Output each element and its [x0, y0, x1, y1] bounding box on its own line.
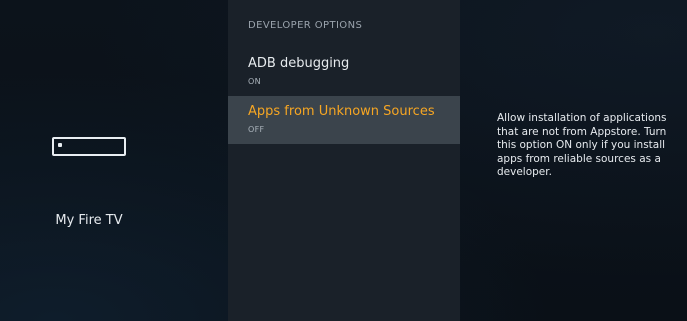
- section-title: DEVELOPER OPTIONS: [248, 20, 363, 31]
- menu-item-status: OFF: [248, 125, 265, 134]
- menu-item-adb-debugging[interactable]: ADB debugging ON: [228, 48, 460, 96]
- developer-options-menu: DEVELOPER OPTIONS ADB debugging ON Apps …: [228, 0, 460, 321]
- menu-item-title: Apps from Unknown Sources: [248, 104, 435, 119]
- menu-item-title: ADB debugging: [248, 56, 350, 71]
- device-panel: My Fire TV: [0, 0, 228, 321]
- option-description: Allow installation of applications that …: [497, 112, 667, 178]
- device-label: My Fire TV: [55, 213, 123, 228]
- menu-item-apps-from-unknown-sources[interactable]: Apps from Unknown Sources OFF: [228, 96, 460, 144]
- fire-tv-device-icon: [52, 137, 126, 156]
- menu-item-status: ON: [248, 77, 261, 86]
- device-led-icon: [58, 143, 62, 147]
- description-panel: Allow installation of applications that …: [460, 0, 687, 321]
